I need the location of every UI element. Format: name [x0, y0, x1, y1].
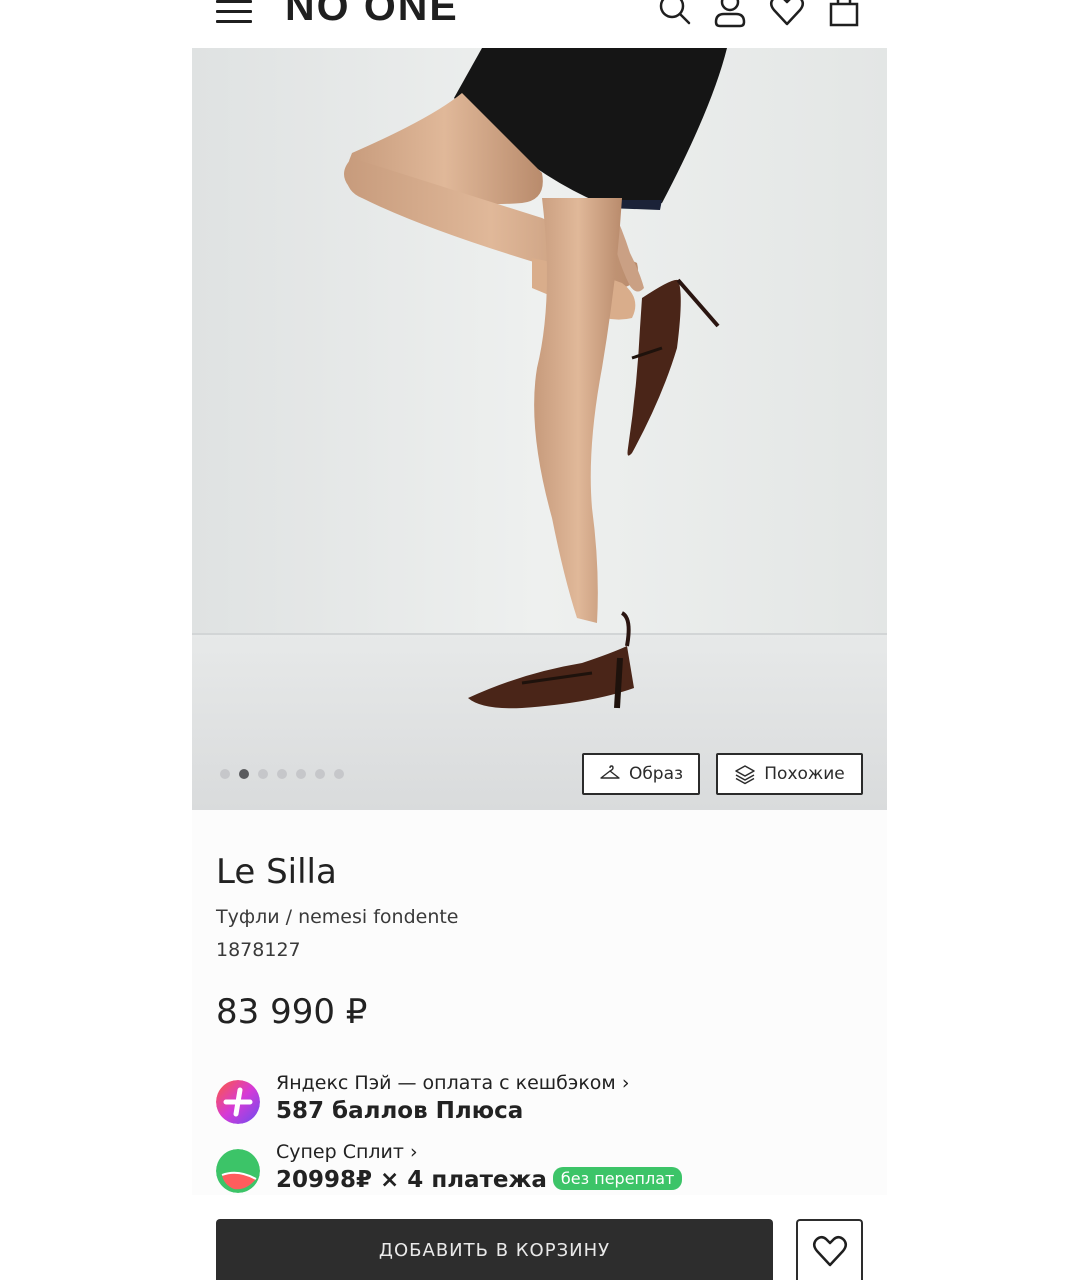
split-installment: 20998₽ × 4 платежа: [276, 1167, 547, 1193]
add-to-cart-button[interactable]: ДОБАВИТЬ В КОРЗИНУ: [216, 1219, 773, 1280]
pagination-dot[interactable]: [334, 769, 344, 779]
similar-button[interactable]: Похожие: [716, 753, 863, 795]
product-info: Le Silla Туфли / nemesi fondente 1878127…: [192, 810, 887, 1195]
look-button[interactable]: Образ: [582, 753, 700, 795]
add-to-favorites-button[interactable]: [796, 1219, 863, 1280]
product-gallery[interactable]: Образ Похожие: [192, 48, 887, 810]
split-row[interactable]: Супер Сплит › 20998₽ × 4 платежа без пере…: [216, 1141, 876, 1201]
pagination-dot[interactable]: [258, 769, 268, 779]
split-amount: 20998₽ × 4 платежа без переплат: [276, 1167, 683, 1193]
look-button-label: Образ: [628, 764, 684, 784]
bottom-action-bar: ДОБАВИТЬ В КОРЗИНУ: [0, 1195, 1080, 1280]
heart-icon[interactable]: [769, 0, 805, 28]
product-photo: [192, 48, 887, 810]
no-overpay-badge: без переплат: [552, 1167, 683, 1190]
pagination-dot[interactable]: [315, 769, 325, 779]
bag-icon[interactable]: [826, 0, 862, 28]
yandex-plus-icon: [216, 1080, 260, 1124]
pagination-dot[interactable]: [296, 769, 306, 779]
product-subtitle: Туфли / nemesi fondente: [216, 906, 459, 928]
gallery-pagination[interactable]: [220, 769, 344, 779]
product-brand[interactable]: Le Silla: [216, 852, 337, 892]
chevron-right-icon: ›: [621, 1072, 630, 1094]
pagination-dot[interactable]: [220, 769, 230, 779]
yandex-pay-points: 587 баллов Плюса: [276, 1098, 524, 1124]
split-title: Супер Сплит: [276, 1141, 404, 1163]
pagination-dot[interactable]: [277, 769, 287, 779]
search-icon[interactable]: [656, 0, 692, 28]
split-link[interactable]: Супер Сплит ›: [276, 1141, 418, 1163]
profile-icon[interactable]: [712, 0, 748, 28]
menu-icon[interactable]: [216, 0, 254, 26]
yandex-pay-row[interactable]: Яндекс Пэй — оплата с кешбэком › 587 бал…: [216, 1072, 876, 1132]
chevron-right-icon: ›: [410, 1141, 418, 1163]
hanger-icon: [600, 765, 620, 779]
heart-icon: [812, 1236, 847, 1267]
layers-icon: [735, 765, 756, 785]
yandex-pay-link[interactable]: Яндекс Пэй — оплата с кешбэком ›: [276, 1072, 629, 1094]
product-sku: 1878127: [216, 939, 301, 961]
yandex-pay-title: Яндекс Пэй — оплата с кешбэком: [276, 1072, 616, 1094]
product-price: 83 990 ₽: [216, 992, 368, 1032]
top-header: NO ONE: [0, 0, 1080, 48]
split-watermelon-icon: [216, 1149, 260, 1193]
brand-logo[interactable]: NO ONE: [285, 0, 459, 27]
similar-button-label: Похожие: [764, 764, 845, 784]
pagination-dot-active[interactable]: [239, 769, 249, 779]
